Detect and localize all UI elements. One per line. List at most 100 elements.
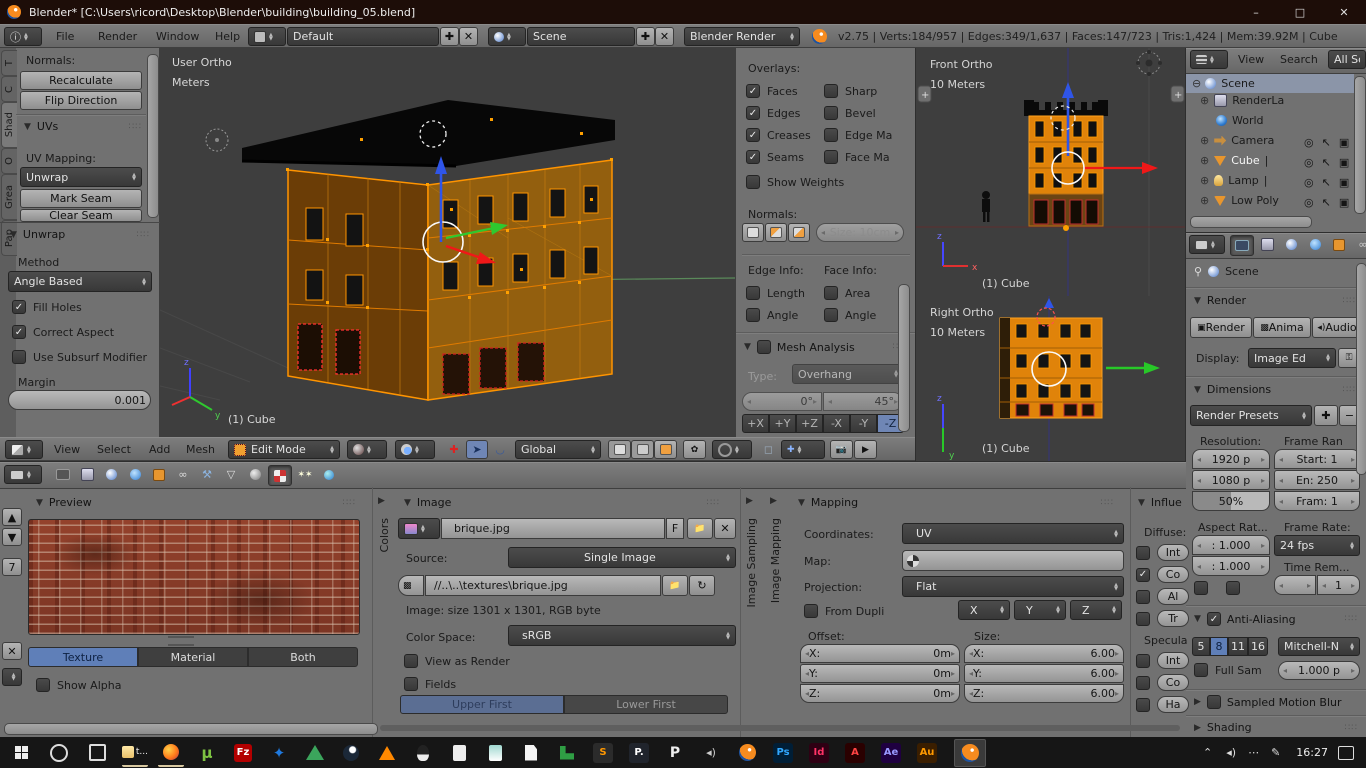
view-menu[interactable]: View	[54, 443, 80, 456]
specular-color-row[interactable]: Co	[1136, 674, 1189, 691]
resolution-y-stepper[interactable]: ◂1080 p▸	[1192, 470, 1270, 490]
vlc-icon[interactable]	[374, 740, 400, 766]
scene-delete-button[interactable]: ✕	[655, 27, 674, 46]
mark-seam-button[interactable]: Mark Seam	[20, 189, 142, 208]
utorrent-icon[interactable]: µ	[194, 740, 220, 766]
app-p-dark-icon[interactable]: P.	[626, 740, 652, 766]
app-penguin-icon[interactable]	[410, 740, 436, 766]
fill-holes-row[interactable]: ✓Fill Holes	[12, 300, 82, 314]
eye-icon[interactable]: ◎	[1304, 176, 1314, 189]
projection-dropdown[interactable]: Flat▲▼	[902, 576, 1124, 597]
time-remap-new-stepper[interactable]: ◂1▸	[1317, 575, 1360, 595]
size-z-stepper[interactable]: ◂Z:6.00▸	[964, 684, 1124, 703]
proportional-edit-dropdown[interactable]: ▲▼	[712, 440, 752, 459]
eye-icon[interactable]: ◎	[1304, 156, 1314, 169]
toolshelf-scrollbar[interactable]	[147, 54, 159, 218]
axis-z-dropdown[interactable]: Z▲▼	[1070, 600, 1122, 620]
volume-icon[interactable]: ◂)	[1226, 746, 1236, 759]
minimize-button[interactable]: –	[1234, 6, 1278, 19]
edge-length-row[interactable]: Length	[746, 286, 805, 300]
preview-panel-header[interactable]: ▼Preview∷∷	[36, 496, 356, 509]
axis-minus-y-button[interactable]: -Y	[850, 414, 877, 433]
frame-end-stepper[interactable]: ◂En: 250▸	[1274, 470, 1360, 490]
tray-expand-chevron[interactable]: ⌃	[1203, 746, 1212, 759]
preview-resize-handle[interactable]	[168, 636, 194, 646]
main-3d-viewport[interactable]: z y User Ortho Meters (1) Cube	[160, 48, 735, 437]
aspect-y-stepper[interactable]: ◂: 1.000▸	[1192, 556, 1270, 576]
axis-plus-x-button[interactable]: +X	[742, 414, 769, 433]
shading-panel-header[interactable]: ▶Shading∷∷	[1194, 721, 1358, 734]
aspect-x-stepper[interactable]: ◂: 1.000▸	[1192, 535, 1270, 555]
eye-icon[interactable]: ◎	[1304, 196, 1314, 209]
filepath-browse-button[interactable]: 📁	[662, 575, 688, 596]
colors-tab-label[interactable]: Colors	[378, 518, 391, 552]
outliner-row-camera[interactable]: ⊕ Camera	[1200, 134, 1274, 147]
render-opengl-anim-button[interactable]: ▶	[854, 440, 877, 459]
toolshelf-tab-options[interactable]: O	[1, 148, 17, 174]
influence-alpha-row[interactable]: Al	[1136, 588, 1189, 605]
from-dupli-row[interactable]: From Dupli	[804, 604, 884, 618]
render-animation-button[interactable]: ▩Anima	[1253, 317, 1311, 338]
influence-color-row[interactable]: ✓Co	[1136, 566, 1189, 583]
outliner-search-menu[interactable]: Search	[1280, 53, 1318, 66]
filter-size-stepper[interactable]: ◂1.000 p▸	[1278, 661, 1360, 680]
filepath-field[interactable]: //..\..\textures\brique.jpg	[425, 575, 661, 596]
aftereffects-icon[interactable]: Ae	[878, 740, 904, 766]
coordinates-dropdown[interactable]: UV▲▼	[902, 523, 1124, 544]
uv-map-field[interactable]	[902, 550, 1124, 571]
toolshelf-tab-grease-pencil[interactable]: Grea	[1, 174, 17, 220]
mesh-analysis-checkbox[interactable]	[757, 340, 771, 354]
render-panel-header[interactable]: ▼Render∷∷	[1194, 294, 1356, 307]
render-audio-button[interactable]: ◂)Audio	[1312, 317, 1362, 338]
indesign-icon[interactable]: Id	[806, 740, 832, 766]
select-mode-vertex-button[interactable]	[608, 440, 631, 459]
slot-stepper[interactable]: ▲▼	[2, 668, 22, 686]
offset-x-stepper[interactable]: ◂X:0m▸	[800, 644, 960, 663]
display-dropdown[interactable]: Image Ed▲▼	[1248, 348, 1336, 368]
aa-checkbox[interactable]: ✓	[1207, 612, 1221, 626]
viewport-shading-dropdown[interactable]: ▲▼	[347, 440, 387, 459]
menu-file[interactable]: File	[56, 30, 74, 43]
calculator-icon[interactable]	[446, 740, 472, 766]
outliner-scene-filter[interactable]: All Sc	[1328, 50, 1366, 69]
slot-delete-button[interactable]: ✕	[2, 642, 22, 660]
face-area-row[interactable]: Area	[824, 286, 870, 300]
audition-icon[interactable]: Au	[914, 740, 940, 766]
dimensions-panel-header[interactable]: ▼Dimensions∷∷	[1194, 383, 1356, 396]
recalculate-button[interactable]: Recalculate	[20, 71, 142, 90]
blender-running-icon[interactable]	[954, 739, 986, 767]
axis-minus-x-button[interactable]: -X	[823, 414, 850, 433]
specular-intensity-row[interactable]: Int	[1136, 652, 1189, 669]
render-layers-tab[interactable]	[1256, 235, 1278, 254]
render-presets-dropdown[interactable]: Render Presets▲▼	[1190, 405, 1312, 426]
outliner-row-scene[interactable]: ⊖ Scene	[1186, 74, 1354, 93]
app-blender-pinned-icon[interactable]	[734, 740, 760, 766]
border-checkbox[interactable]	[1194, 581, 1208, 595]
bottom-editor-type[interactable]: ▲▼	[4, 465, 42, 484]
cursor-icon[interactable]: ↖	[1322, 176, 1331, 189]
axis-plus-y-button[interactable]: +Y	[769, 414, 796, 433]
anti-aliasing-header[interactable]: ▼✓Anti-Aliasing∷∷	[1194, 612, 1358, 626]
firefox-icon[interactable]	[158, 739, 184, 767]
size-y-stepper[interactable]: ◂Y:6.00▸	[964, 664, 1124, 683]
properties-scrollbar[interactable]	[1356, 263, 1366, 475]
crop-checkbox[interactable]	[1226, 581, 1240, 595]
correct-aspect-row[interactable]: ✓Correct Aspect	[12, 325, 114, 339]
outliner-view-menu[interactable]: View	[1238, 53, 1264, 66]
image-sampling-tab[interactable]: Image Sampling	[745, 518, 758, 607]
manipulator-rotate-button[interactable]: ◡	[489, 440, 511, 459]
slot-move-up-button[interactable]: ▲	[2, 508, 22, 526]
physics-tab[interactable]	[318, 465, 340, 484]
overlay-edges[interactable]: ✓Edges	[746, 106, 800, 120]
particles-tab[interactable]: ✶✶	[294, 465, 316, 484]
image-sampling-collapsed[interactable]: ▶	[746, 496, 753, 506]
render-restrict-icon[interactable]: ▣	[1339, 176, 1349, 189]
material-tab[interactable]	[244, 465, 266, 484]
overlay-seams[interactable]: ✓Seams	[746, 150, 804, 164]
render-restrict-icon[interactable]: ▣	[1339, 156, 1349, 169]
cursor-icon[interactable]: ↖	[1322, 196, 1331, 209]
mapping-panel-header[interactable]: ▼Mapping∷∷	[798, 496, 1114, 509]
viewport-editor-type[interactable]: ▲▼	[5, 440, 43, 459]
photoshop-icon[interactable]: Ps	[770, 740, 796, 766]
slot-index-button[interactable]: 7	[2, 558, 22, 576]
